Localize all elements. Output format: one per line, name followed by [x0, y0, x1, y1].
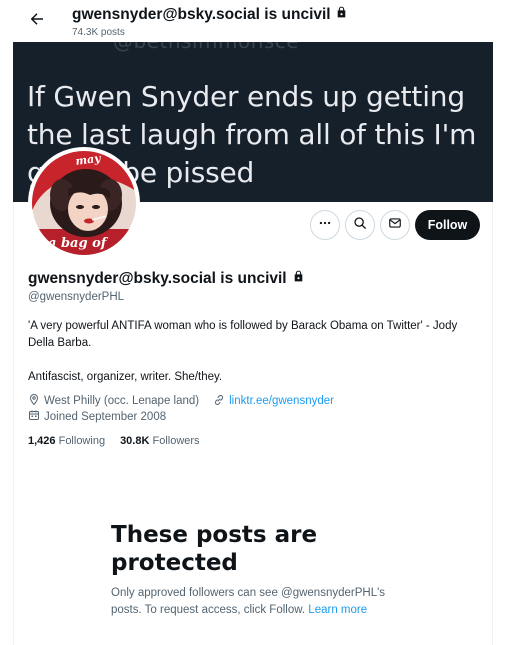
profile-joined: Joined September 2008 [28, 409, 166, 424]
profile-name-text: gwensnyder@bsky.social is uncivil [28, 269, 287, 287]
search-icon [353, 216, 367, 235]
profile-header-bar: gwensnyder@bsky.social is uncivil 74.3K … [13, 0, 493, 42]
profile-meta: West Philly (occ. Lenape land) linktr.ee… [28, 393, 334, 409]
followers-link[interactable]: 30.8K Followers [120, 435, 200, 447]
location-icon [28, 393, 40, 409]
follow-button[interactable]: Follow [415, 210, 480, 240]
bio-description: Antifascist, organizer, writer. She/they… [28, 371, 223, 383]
avatar-bottom-text: a bag of [48, 236, 109, 251]
message-icon [388, 216, 402, 235]
banner-text-line-1: If Gwen Snyder ends up getting [27, 80, 465, 113]
calendar-icon [28, 409, 40, 424]
banner-faded-handle: @bethsimmonsce [113, 42, 299, 53]
posts-count: 74.3K posts [72, 27, 125, 38]
profile-handle: @gwensnyderPHL [28, 291, 125, 303]
message-button[interactable] [380, 210, 410, 240]
protected-message: Only approved followers can see @gwensny… [111, 585, 401, 618]
followers-label: Followers [152, 435, 200, 447]
back-arrow-icon [28, 10, 46, 33]
header-title: gwensnyder@bsky.social is uncivil [72, 5, 348, 24]
profile-website: linktr.ee/gwensnyder [213, 394, 334, 409]
protected-title: These posts are protected [111, 522, 318, 576]
link-icon [213, 394, 225, 409]
lock-icon [335, 5, 348, 24]
back-button[interactable] [25, 9, 49, 33]
location-text: West Philly (occ. Lenape land) [44, 395, 200, 407]
followers-count: 30.8K [120, 435, 150, 447]
header-title-text: gwensnyder@bsky.social is uncivil [72, 5, 331, 23]
profile-stats: 1,426 Following 30.8K Followers [28, 435, 200, 447]
search-posts-button[interactable] [345, 210, 375, 240]
profile-bio: 'A very powerful ANTIFA woman who is fol… [28, 318, 478, 386]
following-label: Following [58, 435, 106, 447]
banner-text-line-2: the last laugh from all of this I'm [27, 118, 477, 151]
more-button[interactable] [310, 210, 340, 240]
following-link[interactable]: 1,426 Following [28, 435, 105, 447]
learn-more-link[interactable]: Learn more [308, 604, 367, 616]
joined-text: Joined September 2008 [44, 410, 167, 423]
lock-icon [292, 269, 305, 288]
following-count: 1,426 [28, 435, 56, 447]
profile-avatar[interactable]: may a bag of [28, 147, 140, 259]
profile-location: West Philly (occ. Lenape land) [28, 393, 199, 409]
website-link[interactable]: linktr.ee/gwensnyder [229, 395, 334, 407]
profile-name: gwensnyder@bsky.social is uncivil [28, 269, 305, 288]
bio-quote: 'A very powerful ANTIFA woman who is fol… [28, 320, 458, 349]
more-icon [318, 216, 332, 235]
